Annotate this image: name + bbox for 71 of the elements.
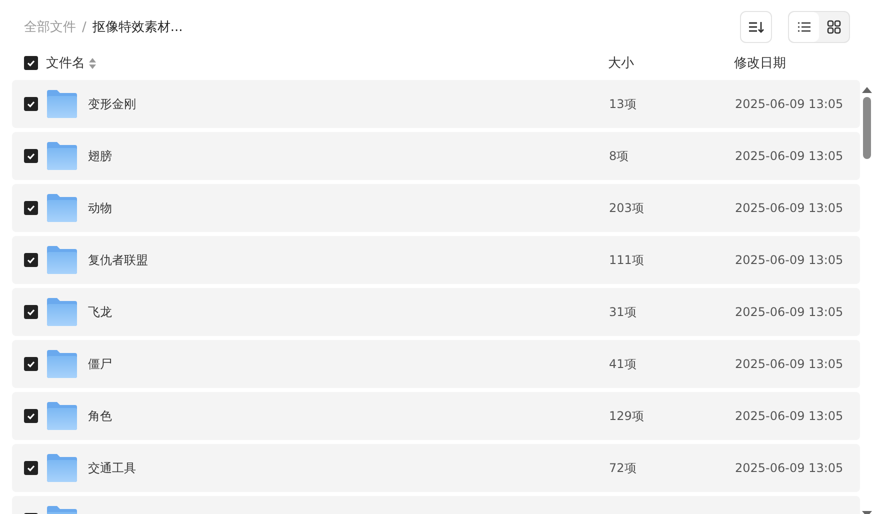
- item-count: 31项: [609, 304, 636, 318]
- checkbox[interactable]: [24, 409, 38, 423]
- grid-icon: [827, 20, 841, 34]
- checkbox[interactable]: [24, 56, 38, 70]
- item-count: 129项: [609, 408, 644, 422]
- checkmark-icon: [26, 58, 36, 68]
- file-row[interactable]: 僵尸 41项 2025-06-09 13:05: [12, 340, 860, 388]
- file-name: 变形金刚: [88, 96, 136, 110]
- modified-date: 2025-06-09 13:05: [735, 461, 844, 475]
- file-name: 角色: [88, 408, 112, 422]
- modified-date: 2025-06-09 13:05: [735, 149, 844, 163]
- scrollbar-thumb[interactable]: [863, 97, 871, 159]
- checkmark-icon: [26, 99, 36, 109]
- file-row[interactable]: 动物 203项 2025-06-09 13:05: [12, 184, 860, 232]
- sort-arrows-icon[interactable]: [89, 58, 96, 68]
- folder-icon: [47, 298, 77, 326]
- folder-icon: [47, 454, 77, 482]
- list-icon: [797, 21, 811, 33]
- breadcrumb-separator: /: [82, 20, 86, 34]
- item-count: 13项: [609, 96, 636, 110]
- modified-date: 2025-06-09 13:05: [735, 357, 844, 371]
- file-name: 飞龙: [88, 304, 112, 318]
- folder-icon: [47, 90, 77, 118]
- checkbox[interactable]: [24, 97, 38, 111]
- file-row[interactable]: 交通工具 72项 2025-06-09 13:05: [12, 444, 860, 492]
- item-count: 111项: [609, 252, 644, 266]
- scroll-up-arrow-icon[interactable]: [862, 86, 872, 94]
- item-count: 203项: [609, 200, 644, 214]
- item-count: 8项: [609, 148, 629, 162]
- folder-icon: [47, 350, 77, 378]
- checkmark-icon: [26, 151, 36, 161]
- checkbox[interactable]: [24, 149, 38, 163]
- file-name: 交通工具: [88, 460, 136, 474]
- list-view-button[interactable]: [789, 12, 819, 42]
- folder-icon: [47, 142, 77, 170]
- modified-date: 2025-06-09 13:05: [735, 201, 844, 215]
- checkbox[interactable]: [24, 201, 38, 215]
- column-header[interactable]: 大小: [608, 56, 634, 71]
- modified-date: 2025-06-09 13:05: [735, 253, 844, 267]
- file-name: 翅膀: [88, 148, 112, 162]
- checkmark-icon: [26, 255, 36, 265]
- sort-icon: [748, 20, 764, 34]
- checkmark-icon: [26, 203, 36, 213]
- modified-date: 2025-06-09 13:05: [735, 305, 844, 319]
- file-row[interactable]: 飞龙 31项 2025-06-09 13:05: [12, 288, 860, 336]
- file-row[interactable]: 变形金刚 13项 2025-06-09 13:05: [12, 80, 860, 128]
- file-row[interactable]: 角色 129项 2025-06-09 13:05: [12, 392, 860, 440]
- modified-date: 2025-06-09 13:05: [735, 409, 844, 423]
- file-name: 动物: [88, 200, 112, 214]
- column-header[interactable]: 修改日期: [734, 56, 786, 71]
- checkbox[interactable]: [24, 357, 38, 371]
- checkmark-icon: [26, 307, 36, 317]
- column-header[interactable]: 文件名: [46, 54, 85, 72]
- sort-button[interactable]: [740, 11, 772, 43]
- file-name: 复仇者联盟: [88, 252, 148, 266]
- checkmark-icon: [26, 411, 36, 421]
- item-count: 41项: [609, 356, 636, 370]
- file-row[interactable]: 翅膀 8项 2025-06-09 13:05: [12, 132, 860, 180]
- folder-icon: [47, 402, 77, 430]
- checkmark-icon: [26, 359, 36, 369]
- file-row[interactable]: 复仇者联盟 111项 2025-06-09 13:05: [12, 236, 860, 284]
- checkmark-icon: [26, 463, 36, 473]
- checkbox[interactable]: [24, 253, 38, 267]
- checkbox[interactable]: [24, 461, 38, 475]
- checkbox[interactable]: [24, 305, 38, 319]
- item-count: 72项: [609, 460, 636, 474]
- breadcrumb-item[interactable]: 抠像特效素材...: [92, 18, 183, 36]
- folder-icon: [47, 246, 77, 274]
- folder-icon: [47, 194, 77, 222]
- modified-date: 2025-06-09 13:05: [735, 97, 844, 111]
- file-name: 僵尸: [88, 356, 112, 370]
